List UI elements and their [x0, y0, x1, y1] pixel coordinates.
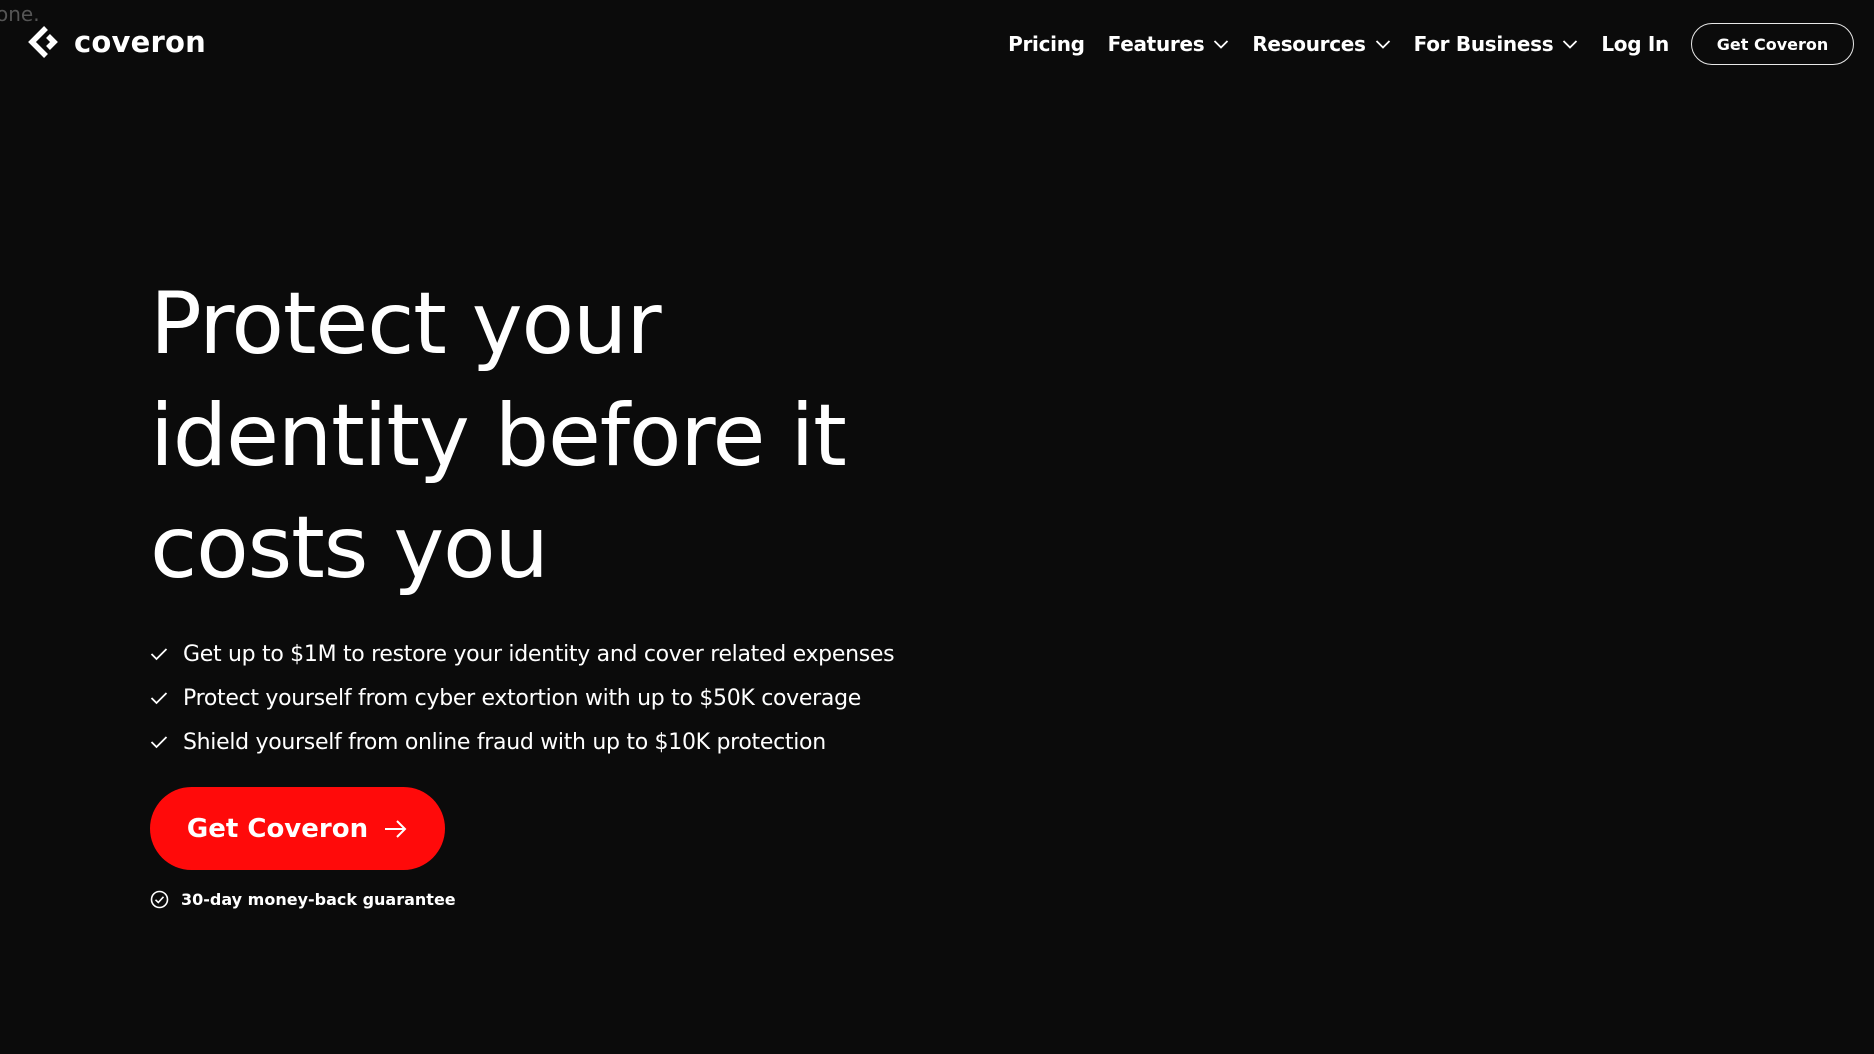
header-get-coveron-button[interactable]: Get Coveron: [1691, 23, 1854, 65]
site-header: coveron Pricing Features Resources For B…: [0, 0, 1874, 88]
nav-features[interactable]: Features: [1108, 32, 1230, 56]
check-icon: [150, 692, 168, 705]
nav-for-business[interactable]: For Business: [1414, 32, 1579, 56]
hero-section: Protect your identity before it costs yo…: [150, 268, 1030, 604]
nav-log-in-label: Log In: [1601, 32, 1669, 56]
main-nav: Pricing Features Resources For Business: [1008, 22, 1854, 66]
benefit-text: Shield yourself from online fraud with u…: [183, 729, 826, 755]
benefit-item: Protect yourself from cyber extortion wi…: [150, 676, 894, 720]
coveron-logo-icon: [28, 26, 58, 58]
nav-resources-label: Resources: [1252, 32, 1366, 56]
arrow-right-icon: [385, 819, 407, 838]
check-icon: [150, 648, 168, 661]
hero-title-line: Protect your: [150, 274, 662, 374]
hero-get-coveron-button[interactable]: Get Coveron: [150, 787, 445, 870]
benefit-item: Get up to $1M to restore your identity a…: [150, 632, 895, 676]
benefits-list: Get up to $1M to restore your identity a…: [150, 632, 895, 764]
guarantee-text: 30-day money-back guarantee: [181, 890, 456, 909]
nav-for-business-label: For Business: [1413, 32, 1554, 56]
logo-link[interactable]: coveron: [26, 24, 206, 60]
nav-pricing-label: Pricing: [1008, 32, 1085, 56]
benefit-text: Protect yourself from cyber extortion wi…: [183, 685, 861, 711]
chevron-down-icon: [1563, 40, 1578, 49]
guarantee-note: 30-day money-back guarantee: [150, 890, 456, 909]
hero-title: Protect your identity before it costs yo…: [150, 268, 1030, 604]
hero-cta-label: Get Coveron: [186, 813, 369, 844]
hero-title-line: identity before it: [150, 386, 847, 486]
nav-features-label: Features: [1107, 32, 1205, 56]
chevron-down-icon: [1214, 40, 1229, 49]
nav-pricing[interactable]: Pricing: [1008, 32, 1085, 56]
hero-title-line: costs you: [150, 498, 549, 598]
benefit-text: Get up to $1M to restore your identity a…: [183, 641, 895, 667]
nav-resources[interactable]: Resources: [1252, 32, 1390, 56]
check-icon: [150, 736, 168, 749]
page: one. coveron Pricing Features Resources: [0, 0, 1874, 1054]
nav-log-in[interactable]: Log In: [1601, 32, 1669, 56]
logo-text: coveron: [74, 25, 206, 59]
benefit-item: Shield yourself from online fraud with u…: [150, 720, 894, 764]
chevron-down-icon: [1375, 40, 1390, 49]
circle-check-icon: [150, 890, 169, 909]
